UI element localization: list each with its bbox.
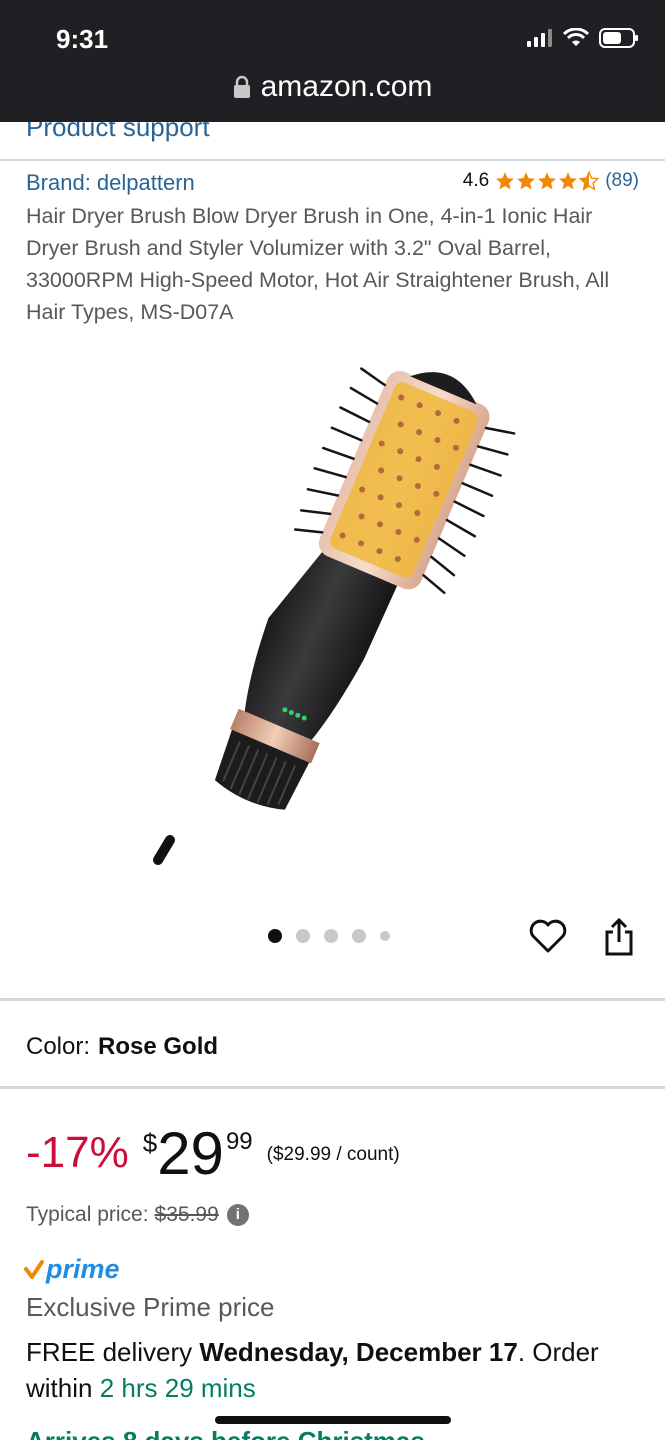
delivery-prefix: FREE delivery <box>26 1337 200 1367</box>
divider <box>0 1086 665 1089</box>
discount-percent: -17% <box>26 1128 129 1177</box>
order-countdown: 2 hrs 29 mins <box>99 1373 256 1403</box>
typical-price-value: $35.99 <box>154 1203 219 1226</box>
color-selection[interactable]: Color: Rose Gold <box>26 1033 218 1061</box>
divider <box>0 998 665 1001</box>
rating-summary[interactable]: 4.6 (89) <box>463 170 639 192</box>
carousel-dot[interactable] <box>268 929 282 943</box>
brand-link[interactable]: Brand: delpattern <box>26 170 195 196</box>
prime-word: prime <box>46 1254 120 1284</box>
star-icon <box>538 172 557 190</box>
star-icon <box>559 172 578 190</box>
status-icons <box>527 28 639 48</box>
typical-price-label: Typical price: <box>26 1203 149 1226</box>
rating-value: 4.6 <box>462 170 490 191</box>
info-icon[interactable]: i <box>226 1204 249 1226</box>
delivery-info: FREE delivery Wednesday, December 17. Or… <box>26 1334 646 1406</box>
half-star-icon <box>579 171 600 191</box>
delivery-date: Wednesday, December 17 <box>199 1337 518 1367</box>
image-carousel-dots[interactable] <box>268 929 390 943</box>
price-fraction: 99 <box>225 1128 253 1155</box>
signal-icon <box>527 29 552 47</box>
price-whole: 29 <box>157 1120 224 1187</box>
color-label: Color: <box>26 1033 91 1060</box>
carousel-dot[interactable] <box>324 929 338 943</box>
url-text: amazon.com <box>260 70 433 103</box>
lock-icon <box>233 75 250 98</box>
divider <box>0 159 665 161</box>
color-value: Rose Gold <box>98 1033 219 1060</box>
product-support-strip: Product support <box>0 122 665 160</box>
exclusive-prime-price: Exclusive Prime price <box>26 1292 275 1322</box>
status-bar: 9:31 amazon.com <box>0 0 665 122</box>
price-symbol: $ <box>142 1128 158 1158</box>
address-bar[interactable]: amazon.com <box>0 70 665 104</box>
price: $ 29 99 <box>143 1122 253 1186</box>
carousel-dot[interactable] <box>352 929 366 943</box>
review-count[interactable]: (89) <box>605 170 639 192</box>
star-rating <box>495 171 600 191</box>
share-icon[interactable] <box>602 916 636 958</box>
home-indicator[interactable] <box>215 1416 451 1424</box>
heart-icon[interactable] <box>528 916 568 956</box>
price-block: -17% $ 29 99 ($29.99 / count) <box>26 1122 400 1186</box>
wifi-icon <box>563 28 589 46</box>
typical-price: Typical price: $35.99 i <box>26 1203 249 1227</box>
battery-icon <box>599 28 638 48</box>
status-time: 9:31 <box>56 24 109 54</box>
star-icon <box>517 172 536 190</box>
prime-check-icon <box>24 1259 44 1279</box>
unit-price: ($29.99 / count) <box>266 1144 400 1165</box>
product-image[interactable] <box>140 340 530 865</box>
star-icon <box>496 172 515 190</box>
carousel-dot[interactable] <box>380 931 390 941</box>
prime-badge: prime <box>24 1254 120 1285</box>
arrives-before-christmas: Arrives 8 days before Christmas <box>26 1426 425 1440</box>
carousel-dot[interactable] <box>296 929 310 943</box>
product-title: Hair Dryer Brush Blow Dryer Brush in One… <box>26 204 610 324</box>
product-support-link[interactable]: Product support <box>26 122 210 143</box>
